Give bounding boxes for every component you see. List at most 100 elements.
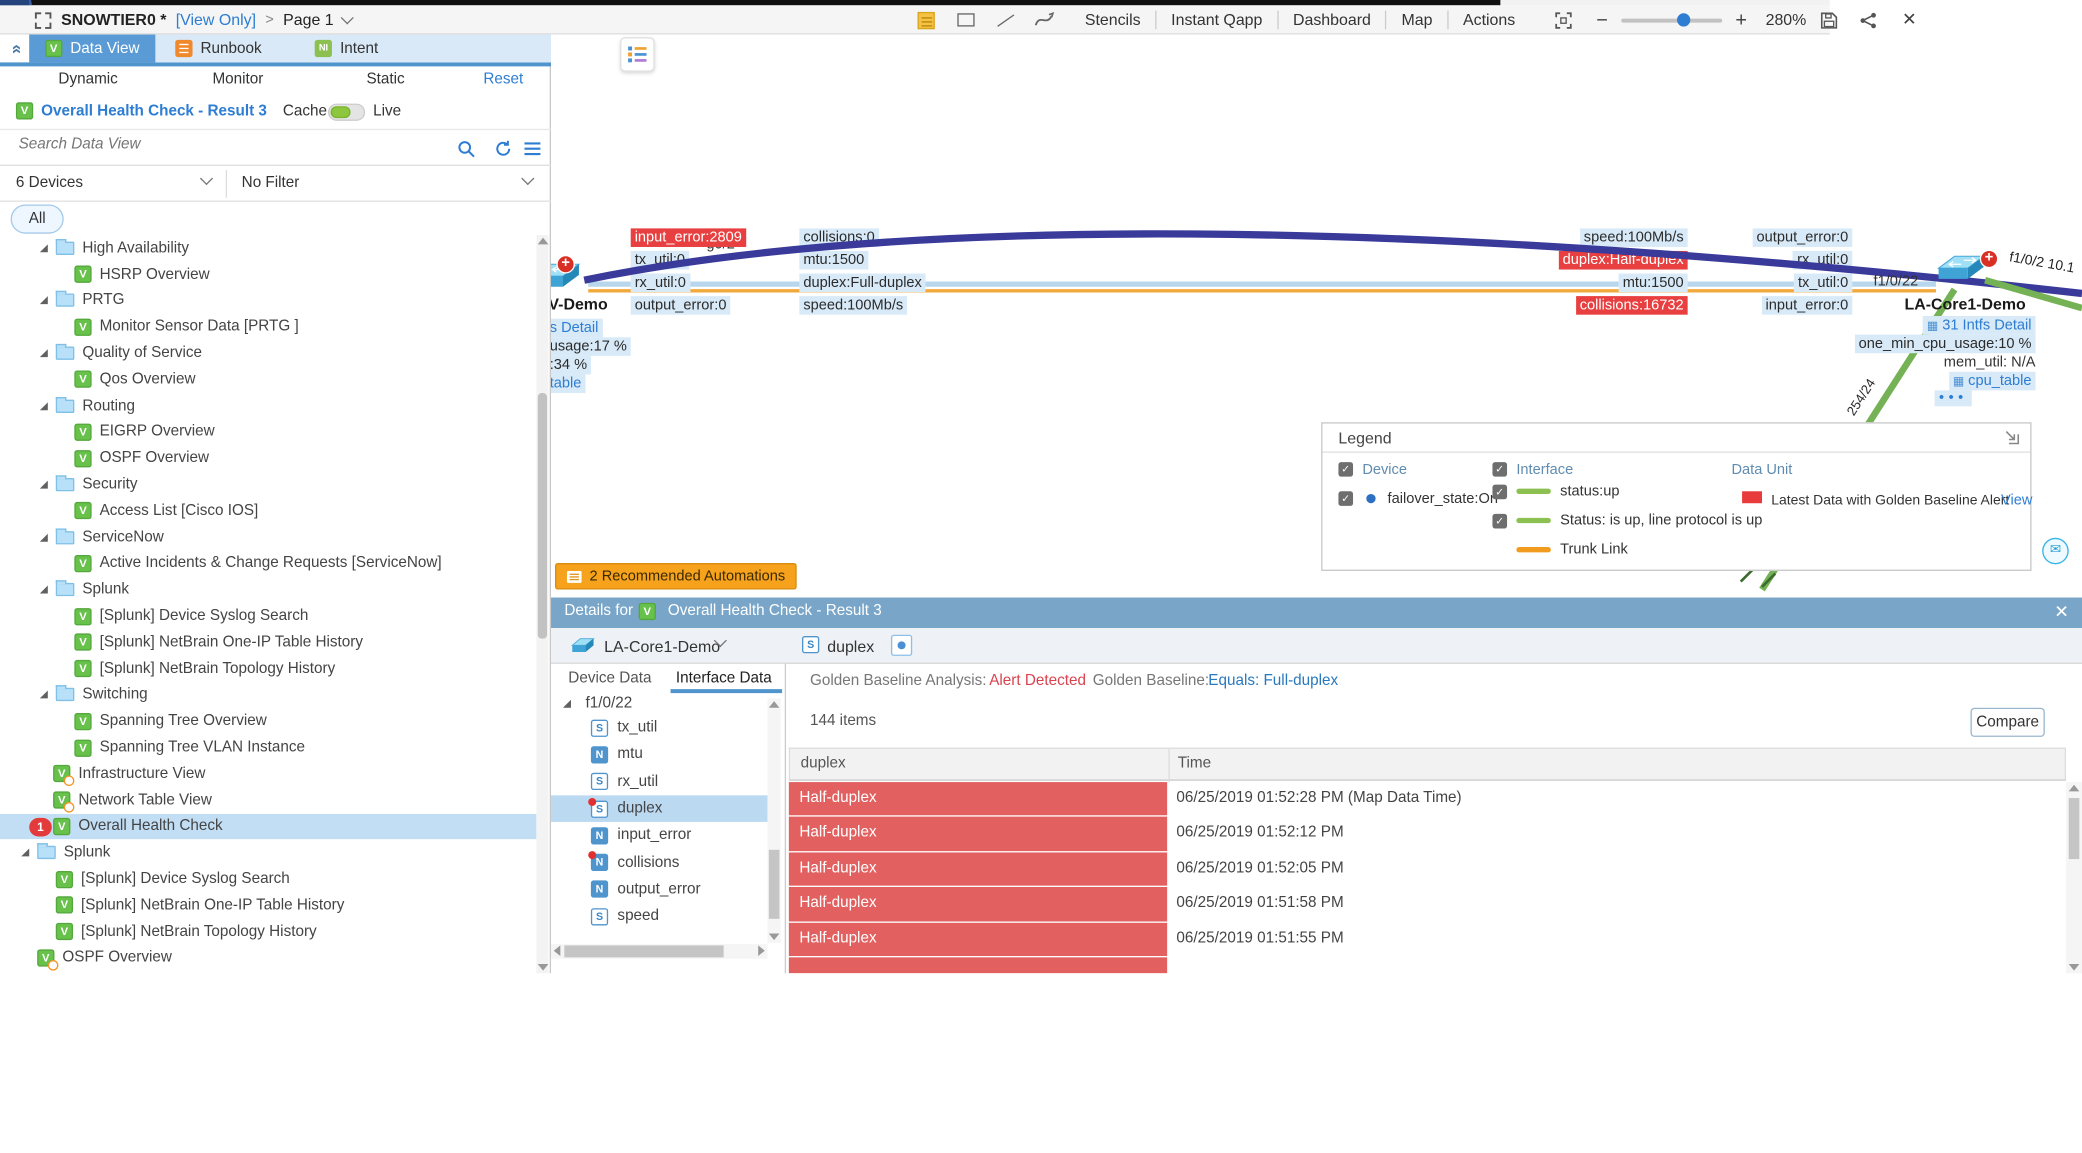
compare-button[interactable]: Compare: [1970, 708, 2044, 737]
zoom-out-button[interactable]: −: [1588, 9, 1616, 32]
table-row[interactable]: Half-duplex06/25/2019 01:52:28 PM (Map D…: [789, 782, 2066, 817]
message-envelope-button[interactable]: ✉: [2042, 538, 2069, 565]
golden-baseline-value[interactable]: Equals: Full-duplex: [1208, 673, 1338, 689]
chevron-down-icon[interactable]: [521, 172, 534, 185]
checkbox[interactable]: ✓: [1338, 491, 1353, 506]
checkbox[interactable]: ✓: [1492, 484, 1507, 499]
expand-arrow-icon[interactable]: [40, 297, 48, 305]
field-item[interactable]: Sspeed: [551, 903, 767, 930]
tree-item[interactable]: VHSRP Overview: [0, 261, 536, 287]
tree-item[interactable]: Switching: [0, 682, 536, 708]
field-item[interactable]: Noutput_error: [551, 876, 767, 903]
expand-arrow-icon[interactable]: [21, 849, 29, 857]
collapse-panel-icon[interactable]: «: [7, 39, 28, 60]
device-selector[interactable]: LA-Core1-Demo: [604, 637, 720, 656]
tree-item[interactable]: High Availability: [0, 235, 536, 261]
mode-static[interactable]: Static: [366, 72, 404, 88]
checkbox[interactable]: ✓: [1492, 462, 1507, 477]
expand-map-icon[interactable]: [35, 11, 52, 28]
menu-item[interactable]: Stencils: [1070, 11, 1155, 30]
tree-item[interactable]: Splunk: [0, 577, 536, 603]
expand-arrow-icon[interactable]: [40, 691, 48, 699]
expand-arrow-icon[interactable]: [40, 402, 48, 410]
tree-item[interactable]: V[Splunk] NetBrain Topology History: [0, 918, 536, 944]
zoom-slider[interactable]: [1621, 18, 1722, 22]
recommended-automations-badge[interactable]: 2 Recommended Automations: [555, 563, 797, 590]
tree-item[interactable]: VMonitor Sensor Data [PRTG ]: [0, 314, 536, 340]
chevron-down-icon[interactable]: [200, 172, 213, 185]
mode-monitor[interactable]: Monitor: [212, 72, 263, 88]
zoom-in-button[interactable]: +: [1727, 9, 1755, 32]
right-device-name[interactable]: LA-Core1-Demo: [1879, 295, 2052, 314]
data-link[interactable]: ▦31 Intfs Detail: [1923, 316, 2036, 335]
refresh-icon[interactable]: [494, 139, 514, 159]
more-options-dots[interactable]: ●●●: [1935, 390, 1972, 406]
scrollbar-thumb[interactable]: [2069, 798, 2080, 859]
curve-tool-icon[interactable]: [1030, 8, 1059, 32]
menu-item[interactable]: Actions: [1447, 11, 1530, 30]
search-icon[interactable]: [457, 139, 477, 159]
field-item[interactable]: Sduplex: [551, 795, 767, 822]
tree-item[interactable]: Routing: [0, 393, 536, 419]
tab-data-view[interactable]: V Data View: [29, 35, 155, 63]
tree-item[interactable]: 1VOverall Health Check: [0, 813, 536, 839]
share-icon[interactable]: [1854, 8, 1883, 32]
table-vscrollbar[interactable]: [2066, 782, 2082, 973]
tree-item[interactable]: VNetwork Table View: [0, 787, 536, 813]
field-settings-icon[interactable]: [891, 635, 912, 656]
data-link[interactable]: s Detail: [551, 319, 602, 338]
close-icon[interactable]: ✕: [2054, 601, 2068, 622]
shape-tool-icon[interactable]: [951, 8, 980, 32]
tree-item[interactable]: PRTG: [0, 288, 536, 314]
data-link[interactable]: table: [551, 374, 585, 393]
interface-group-row[interactable]: f1/0/22: [563, 696, 632, 712]
menu-icon[interactable]: [523, 139, 543, 159]
checkbox[interactable]: ✓: [1338, 462, 1353, 477]
tree-item[interactable]: Quality of Service: [0, 340, 536, 366]
tree-item[interactable]: VActive Incidents & Change Requests [Ser…: [0, 550, 536, 576]
note-tool-icon[interactable]: [911, 8, 940, 32]
legend-resize-icon[interactable]: [2004, 429, 2020, 445]
table-row[interactable]: Half-duplex06/25/2019 01:51:58 PM: [789, 887, 2066, 922]
zoom-slider-knob[interactable]: [1677, 13, 1690, 26]
expand-arrow-icon[interactable]: [563, 700, 571, 708]
menu-item[interactable]: Instant Qapp: [1155, 11, 1277, 30]
field-item[interactable]: Srx_util: [551, 768, 767, 795]
field-item[interactable]: Ncollisions: [551, 849, 767, 876]
tree-item[interactable]: V[Splunk] NetBrain One-IP Table History: [0, 629, 536, 655]
map-layers-button[interactable]: [620, 37, 655, 72]
table-row[interactable]: Half-duplex06/25/2019 01:51:55 PM: [789, 922, 2066, 957]
field-item[interactable]: Nmtu: [551, 741, 767, 768]
save-icon[interactable]: [1814, 8, 1843, 32]
reset-link[interactable]: Reset: [483, 72, 523, 88]
search-input[interactable]: [16, 135, 414, 154]
tree-item[interactable]: Splunk: [0, 840, 536, 866]
table-row[interactable]: Half-duplex06/25/2019 01:52:12 PM: [789, 817, 2066, 852]
sidebar-scrollbar[interactable]: [536, 235, 548, 973]
scrollbar-thumb[interactable]: [769, 850, 780, 919]
expand-arrow-icon[interactable]: [40, 481, 48, 489]
tab-runbook[interactable]: Runbook: [155, 35, 281, 63]
tree-item[interactable]: VEIGRP Overview: [0, 419, 536, 445]
field-list-hscrollbar[interactable]: [551, 944, 767, 959]
cache-live-toggle[interactable]: [328, 104, 365, 121]
fit-screen-icon[interactable]: [1548, 8, 1577, 32]
checkbox[interactable]: ✓: [1492, 513, 1507, 528]
tab-device-data[interactable]: Device Data: [568, 671, 651, 687]
tree-item[interactable]: ServiceNow: [0, 524, 536, 550]
field-item[interactable]: Stx_util: [551, 714, 767, 741]
tab-interface-data[interactable]: Interface Data: [676, 671, 772, 687]
scrollbar-thumb[interactable]: [538, 393, 547, 639]
active-view-name[interactable]: Overall Health Check - Result 3: [41, 104, 267, 120]
tree-item[interactable]: V[Splunk] NetBrain One-IP Table History: [0, 892, 536, 918]
tree-item[interactable]: V[Splunk] NetBrain Topology History: [0, 656, 536, 682]
tree-item[interactable]: VSpanning Tree VLAN Instance: [0, 734, 536, 760]
table-row[interactable]: Half-duplex06/25/2019 01:52:05 PM: [789, 852, 2066, 887]
data-link[interactable]: ▦cpu_table: [1949, 372, 2036, 391]
tree-item[interactable]: Security: [0, 472, 536, 498]
alert-plus-badge-left[interactable]: +: [556, 255, 575, 274]
expand-arrow-icon[interactable]: [40, 244, 48, 252]
expand-arrow-icon[interactable]: [40, 533, 48, 541]
tree-item[interactable]: VQos Overview: [0, 366, 536, 392]
tree-item[interactable]: VSpanning Tree Overview: [0, 708, 536, 734]
